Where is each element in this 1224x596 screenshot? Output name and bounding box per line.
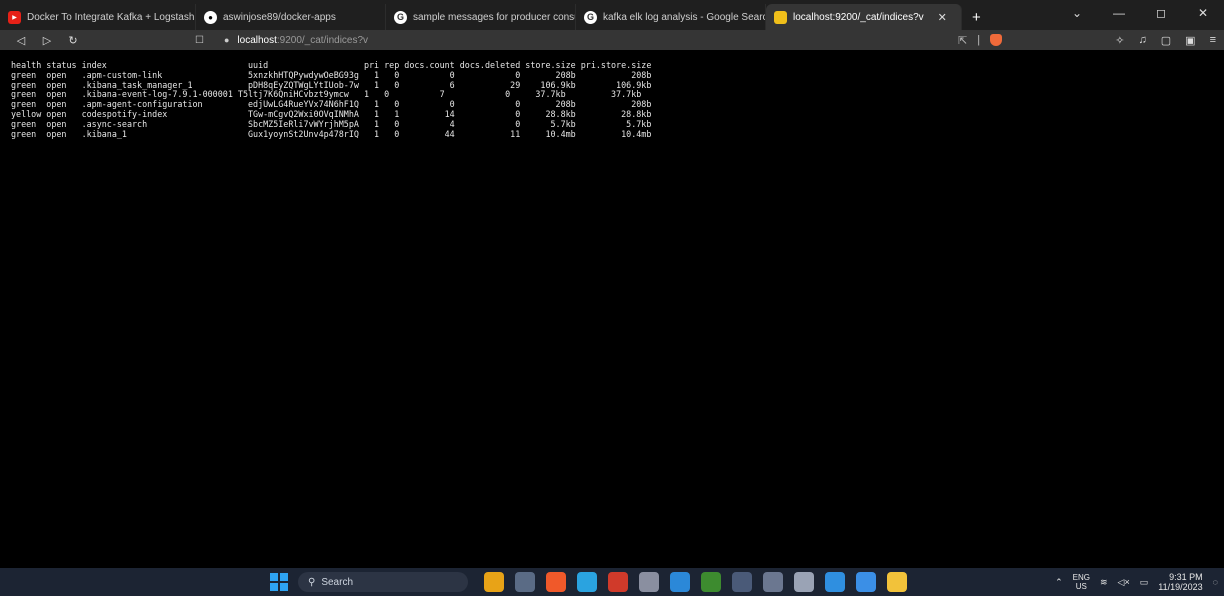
tab-google-1[interactable]: G sample messages for producer consu [386,4,576,30]
maximize-icon[interactable]: ◻ [1140,0,1182,26]
cat-header: health status index uuid pri rep docs.co… [11,60,652,70]
github-icon: ● [204,10,217,24]
chevron-down-icon[interactable]: ⌄ [1056,0,1098,26]
tab-github[interactable]: ● aswinjose89/docker-apps [196,4,386,30]
monitor-icon[interactable] [856,572,876,592]
cat-row: green open .async-search SbcMZ5IeRli7vWY… [11,118,652,129]
minimize-icon[interactable]: — [1098,0,1140,26]
google-icon: G [584,10,597,24]
notepad-icon[interactable] [515,572,535,592]
tab-title: sample messages for producer consu [413,11,576,23]
chevron-up-icon[interactable]: ⌃ [1055,577,1063,588]
browser-toolbar: ◁ ▷ ↻ ☐ ● localhost:9200/_cat/indices?v … [0,30,1224,50]
vpn-icon[interactable] [639,572,659,592]
url-host: localhost [237,34,277,46]
taskbar-center: ⚲ Search [270,571,907,593]
forward-icon[interactable]: ▷ [34,30,60,50]
system-tray: ⌃ ENG US ≋ ◁× ▭ 9:31 PM 11/19/2023 ◌ [1055,568,1218,596]
tab-title: aswinjose89/docker-apps [223,11,336,23]
clock-time: 9:31 PM [1169,572,1203,582]
new-tab-button[interactable]: + [962,4,991,30]
address-bar[interactable]: ☐ ● localhost:9200/_cat/indices?v [195,32,1015,48]
media-icon[interactable]: ♫ [1139,34,1147,46]
tab-title: Docker To Integrate Kafka + Logstash [27,11,195,23]
url-actions: ⇱ | [958,30,1003,50]
window-controls: ⌄ — ◻ ✕ [1056,0,1224,26]
volume-icon[interactable]: ◁× [1118,577,1130,588]
back-icon[interactable]: ◁ [8,30,34,50]
taskbar-apps [484,572,907,592]
taskbar-search[interactable]: ⚲ Search [298,572,468,592]
cat-row: green open .kibana-event-log-7.9.1-00000… [11,89,642,100]
extensions-icon[interactable]: ✧ [1115,34,1124,47]
language-indicator[interactable]: ENG US [1073,573,1090,591]
cat-row: green open .apm-custom-link 5xnzkhHTQPyw… [11,69,652,80]
battery-icon[interactable]: ▭ [1140,577,1149,588]
cat-row: green open .kibana_1 Gux1yoynSt2Unv4p478… [11,128,652,139]
nvidia-icon[interactable] [701,572,721,592]
fruits-app-icon[interactable] [484,572,504,592]
notification-icon[interactable]: ◌ [1213,577,1218,587]
divider: | [977,34,981,46]
search-icon: ⚲ [308,576,316,588]
info-icon[interactable]: ● [224,35,229,45]
cat-row: green open .kibana_task_manager_1 pDH8qE… [11,79,652,90]
vscode-icon[interactable] [825,572,845,592]
tab-youtube[interactable]: ▶ Docker To Integrate Kafka + Logstash [0,4,196,30]
tab-localhost[interactable]: localhost:9200/_cat/indices?v ✕ [766,4,962,30]
elasticsearch-icon [774,10,787,24]
clock-date: 11/19/2023 [1158,582,1203,592]
search-label: Search [321,576,354,588]
wallet-icon[interactable]: ▣ [1185,34,1195,47]
windows-taskbar: ⚲ Search ⌃ ENG US ≋ ◁× ▭ 9:31 PM 11/19/2… [0,568,1224,596]
close-window-icon[interactable]: ✕ [1182,0,1224,26]
close-tab-icon[interactable]: ✕ [938,11,947,24]
google-icon: G [394,10,407,24]
calculator-icon[interactable] [732,572,752,592]
windows-start-icon[interactable] [270,573,288,591]
page-content: health status index uuid pri rep docs.co… [0,50,1224,568]
extensions-area: ✧ ♫ ▢ ▣ ≡ [1115,30,1216,50]
youtube-icon: ▶ [8,10,21,24]
cat-row: green open .apm-agent-configuration edjU… [11,99,652,110]
reload-icon[interactable]: ↻ [60,30,86,50]
settings-icon[interactable] [794,572,814,592]
lang-region: US [1075,582,1087,591]
tab-title: kafka elk log analysis - Google Search [603,11,766,23]
chrome-icon[interactable] [608,572,628,592]
clock[interactable]: 9:31 PM 11/19/2023 [1158,572,1202,592]
speedometer-icon[interactable] [763,572,783,592]
folder-icon[interactable] [887,572,907,592]
tab-bar: ▶ Docker To Integrate Kafka + Logstash ●… [0,0,1224,30]
menu-icon[interactable]: ≡ [1210,34,1216,46]
bookmark-icon[interactable]: ☐ [195,35,204,46]
wifi-icon[interactable]: ≋ [1100,577,1108,588]
tab-title: localhost:9200/_cat/indices?v [793,11,924,23]
share-icon[interactable]: ⇱ [958,34,967,47]
cat-indices-output: health status index uuid pri rep docs.co… [11,60,652,139]
lang-code: ENG [1072,573,1090,582]
tab-google-2[interactable]: G kafka elk log analysis - Google Search [576,4,766,30]
mail-icon[interactable] [670,572,690,592]
telegram-icon[interactable] [577,572,597,592]
brave-icon[interactable] [546,572,566,592]
sidebar-icon[interactable]: ▢ [1161,34,1171,47]
brave-shield-icon[interactable] [990,34,1003,46]
url-path: :9200/_cat/indices?v [276,34,369,46]
cat-row: yellow open codespotify-index TGw-mCgvQ2… [11,108,652,119]
